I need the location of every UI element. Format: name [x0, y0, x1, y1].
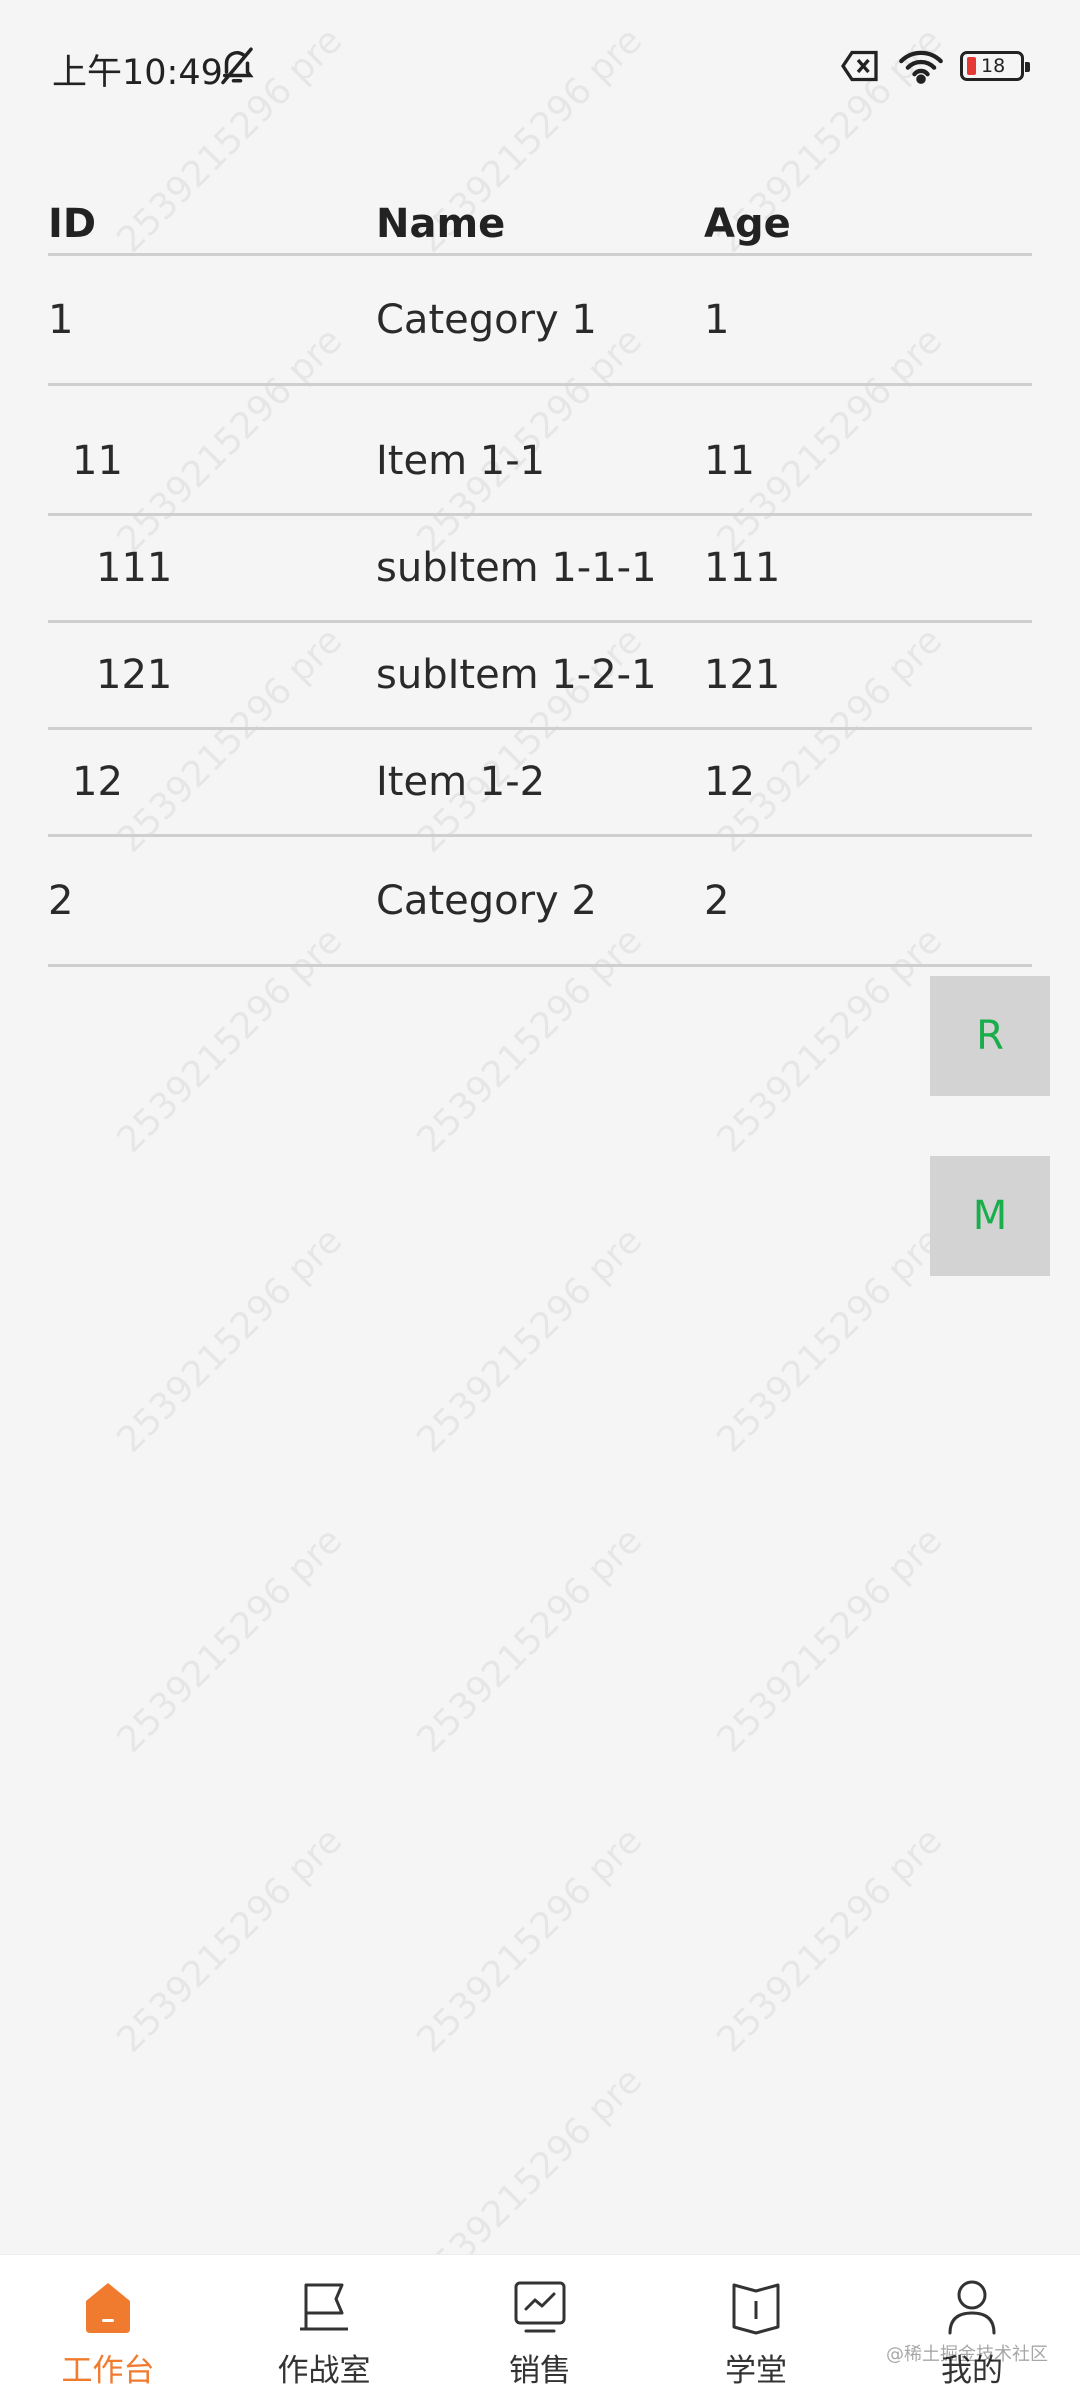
- nav-item-sales[interactable]: 销售: [432, 2255, 648, 2400]
- watermark-text: 2539215296 pre: [109, 1820, 351, 2061]
- home-icon: [86, 2283, 130, 2333]
- cell-age: 2: [704, 877, 730, 924]
- nav-label-war-room: 作战室: [277, 2353, 371, 2389]
- user-icon: [948, 2280, 996, 2335]
- table-row[interactable]: 12 Item 1-2 12: [48, 730, 1032, 837]
- chart-monitor-icon: [514, 2281, 566, 2333]
- nav-item-workbench[interactable]: 工作台: [0, 2255, 216, 2400]
- cell-age: 111: [704, 545, 781, 591]
- cell-id: 111: [96, 545, 173, 591]
- cell-id: 11: [72, 437, 123, 484]
- status-bar: 上午10:49 18: [0, 0, 1080, 130]
- cell-name: Item 1-1: [376, 437, 546, 484]
- cell-age: 11: [704, 437, 755, 484]
- watermark-text: 2539215296 pre: [409, 1820, 651, 2061]
- bottom-nav: 工作台 作战室 销售 学堂 我的 @稀土掘金技术社区: [0, 2254, 1080, 2400]
- table-row[interactable]: 2 Category 2 2: [48, 837, 1032, 967]
- cell-id: 2: [48, 877, 74, 924]
- bell-muted-icon: [221, 47, 254, 85]
- nav-item-school[interactable]: 学堂: [648, 2255, 864, 2400]
- cell-age: 121: [704, 652, 781, 698]
- cell-id: 121: [96, 652, 173, 698]
- cell-id: 1: [48, 296, 74, 343]
- status-time: 上午10:49: [52, 53, 223, 93]
- battery-fill: [967, 57, 976, 75]
- watermark-text: 2539215296 pre: [709, 1820, 951, 2061]
- screen: 2539215296 pre 2539215296 pre 2539215296…: [0, 0, 1080, 2400]
- status-icons: 18: [840, 44, 1030, 88]
- cell-name: Item 1-2: [376, 759, 546, 805]
- watermark-text: 2539215296 pre: [109, 1220, 351, 1461]
- watermark-text: 2539215296 pre: [409, 1220, 651, 1461]
- cell-name: Category 1: [376, 296, 597, 343]
- table-row[interactable]: 1 Category 1 1: [48, 256, 1032, 386]
- table-header-row: ID Name Age: [48, 190, 1032, 256]
- tree-table: ID Name Age 1 Category 1 1 11 Item 1-1 1…: [48, 190, 1032, 967]
- nav-label-school: 学堂: [725, 2353, 787, 2389]
- m-button[interactable]: M: [930, 1156, 1050, 1276]
- nav-label-workbench: 工作台: [61, 2353, 155, 2389]
- column-header-name[interactable]: Name: [376, 190, 704, 244]
- watermark-text: 2539215296 pre: [709, 1520, 951, 1761]
- column-header-id[interactable]: ID: [48, 190, 376, 244]
- battery-level: 18: [981, 54, 1006, 77]
- cell-age: 12: [704, 759, 755, 805]
- cell-name: Category 2: [376, 877, 597, 924]
- wifi-icon: [899, 50, 943, 84]
- nav-label-sales: 销售: [509, 2353, 571, 2389]
- cell-name: subItem 1-2-1: [376, 652, 657, 698]
- nav-item-mine[interactable]: 我的: [864, 2255, 1080, 2400]
- no-sim-icon: [841, 50, 878, 82]
- column-header-age[interactable]: Age: [704, 190, 1032, 244]
- watermark-text: 2539215296 pre: [409, 1520, 651, 1761]
- table-row[interactable]: 11 Item 1-1 11: [48, 386, 1032, 516]
- table-row[interactable]: 121 subItem 1-2-1 121: [48, 623, 1032, 730]
- cell-id: 12: [72, 759, 123, 805]
- battery-icon: 18: [960, 51, 1030, 81]
- corner-watermark: @稀土掘金技术社区: [886, 2344, 1048, 2365]
- cell-age: 1: [704, 296, 730, 343]
- cell-name: subItem 1-1-1: [376, 545, 657, 591]
- nav-item-war-room[interactable]: 作战室: [216, 2255, 432, 2400]
- table-row[interactable]: 111 subItem 1-1-1 111: [48, 516, 1032, 623]
- watermark-text: 2539215296 pre: [109, 1520, 351, 1761]
- watermark-text: 2539215296 pre: [709, 1220, 951, 1461]
- r-button[interactable]: R: [930, 976, 1050, 1096]
- flag-icon: [300, 2283, 348, 2331]
- book-icon: [732, 2283, 780, 2335]
